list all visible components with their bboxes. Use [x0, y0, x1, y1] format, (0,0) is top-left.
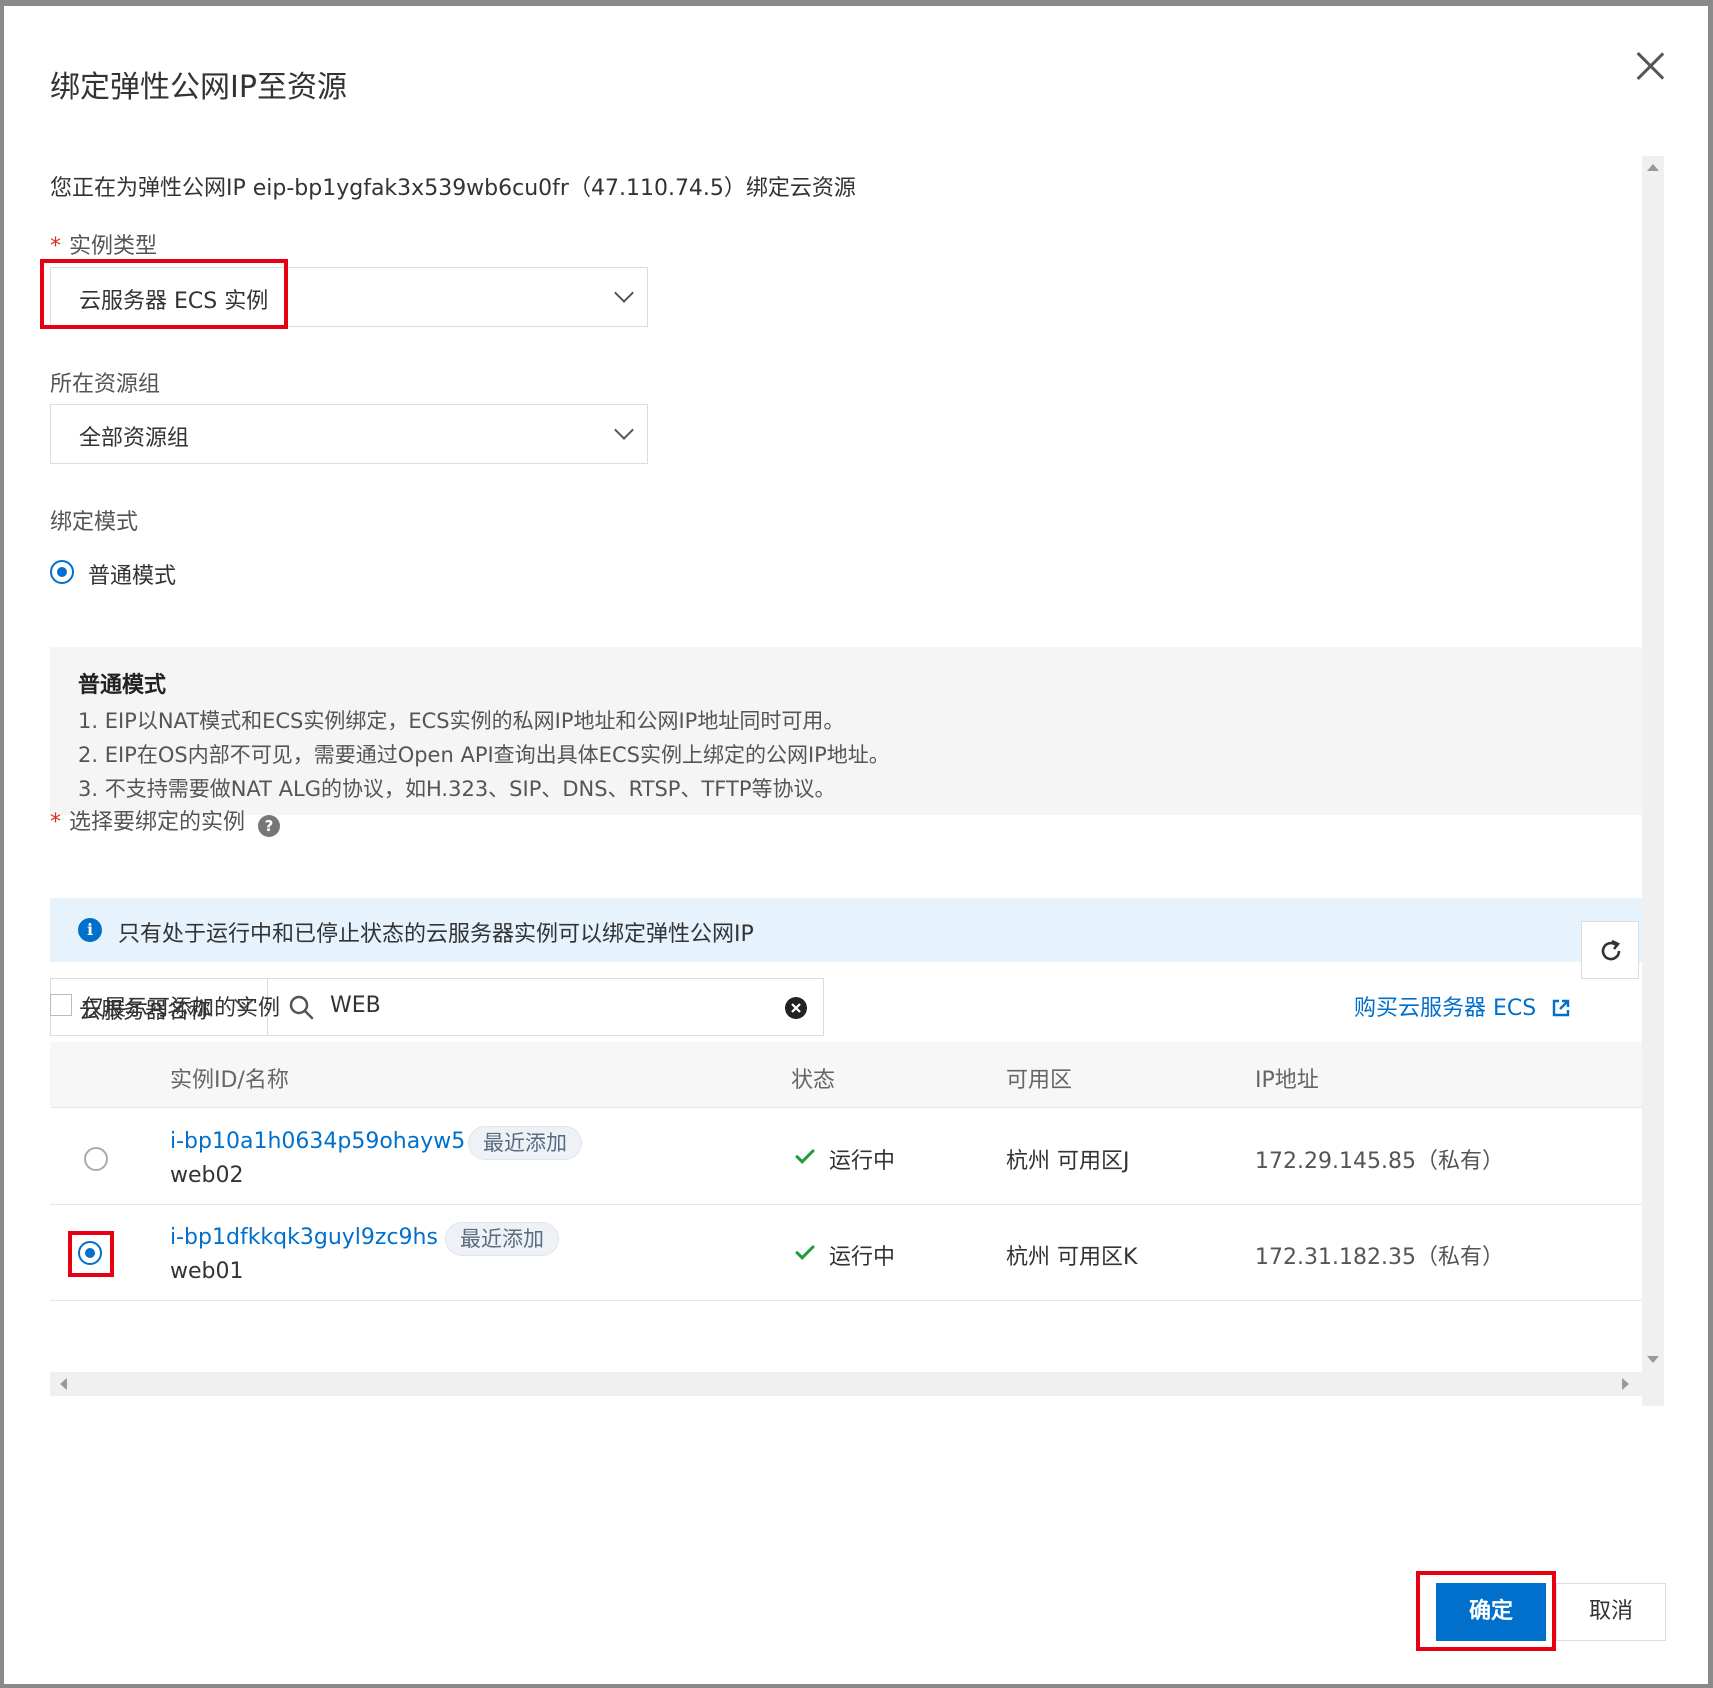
chevron-down-icon: [614, 420, 634, 440]
instance-ip: 172.29.145.85（私有）: [1255, 1149, 1504, 1174]
table-row[interactable]: i-bp10a1h0634p59ohayw5 最近添加 web02 运行中 杭州…: [50, 1109, 1664, 1205]
bind-mode-option[interactable]: 普通模式: [88, 558, 176, 590]
external-link-icon: [1553, 999, 1570, 1017]
cancel-button[interactable]: 取消: [1556, 1583, 1666, 1641]
search-value: WEB: [330, 993, 381, 1018]
recent-tag: 最近添加: [445, 1222, 559, 1256]
bind-mode-info-line: 1. EIP以NAT模式和ECS实例绑定，ECS实例的私网IP地址和公网IP地址…: [78, 709, 845, 733]
instance-zone: 杭州 可用区K: [1006, 1245, 1138, 1270]
instance-notice-text: 只有处于运行中和已停止状态的云服务器实例可以绑定弹性公网IP: [118, 922, 754, 947]
highlight-box: [1416, 1571, 1556, 1651]
refresh-button[interactable]: [1581, 921, 1639, 979]
bind-mode-info-title: 普通模式: [78, 673, 167, 698]
horizontal-scrollbar[interactable]: [50, 1372, 1664, 1396]
dialog-title: 绑定弹性公网IP至资源: [50, 70, 347, 105]
instance-name: web01: [170, 1259, 244, 1284]
only-addable-checkbox[interactable]: [50, 994, 72, 1016]
search-input[interactable]: WEB: [267, 978, 824, 1036]
required-mark: *: [50, 810, 61, 835]
instance-id-link[interactable]: i-bp1dfkkqk3guyl9zc9hs: [170, 1225, 438, 1250]
vertical-scrollbar[interactable]: [1642, 156, 1664, 1406]
resource-group-select[interactable]: 全部资源组: [50, 404, 648, 464]
clear-icon[interactable]: [784, 996, 808, 1020]
bind-mode-info-line: 3. 不支持需要做NAT ALG的协议，如H.323、SIP、DNS、RTSP、…: [78, 777, 836, 801]
instance-id-link[interactable]: i-bp10a1h0634p59ohayw5: [170, 1129, 465, 1154]
instance-zone: 杭州 可用区J: [1006, 1149, 1130, 1174]
recent-tag: 最近添加: [468, 1126, 582, 1160]
instance-status: 运行中: [829, 1245, 896, 1270]
scroll-right-icon[interactable]: [1622, 1378, 1629, 1390]
dialog-body: 您正在为弹性公网IP eip-bp1ygfak3x539wb6cu0fr（47.…: [4, 156, 1664, 1526]
chevron-down-icon: [614, 283, 634, 303]
row-radio[interactable]: [84, 1147, 108, 1171]
table-row[interactable]: i-bp1dfkkqk3guyl9zc9hs 最近添加 web01 运行中 杭州…: [50, 1205, 1664, 1301]
bind-mode-info-line: 2. EIP在OS内部不可见，需要通过Open API查询出具体ECS实例上绑定…: [78, 743, 890, 767]
bind-mode-label: 绑定模式: [50, 510, 139, 535]
bind-mode-info: 普通模式 1. EIP以NAT模式和ECS实例绑定，ECS实例的私网IP地址和公…: [50, 647, 1664, 815]
instance-name: web02: [170, 1163, 244, 1188]
help-icon[interactable]: ?: [258, 815, 281, 837]
col-instance: 实例ID/名称: [170, 1068, 289, 1093]
search-icon: [289, 995, 314, 1020]
instance-ip: 172.31.182.35（私有）: [1255, 1245, 1504, 1270]
col-status: 状态: [791, 1068, 836, 1093]
close-icon[interactable]: [1630, 46, 1670, 86]
buy-ecs-link-text: 购买云服务器 ECS: [1354, 996, 1537, 1021]
table-header: 实例ID/名称 状态 可用区 IP地址: [50, 1042, 1664, 1108]
resource-group-value: 全部资源组: [79, 426, 190, 451]
instance-notice: i 只有处于运行中和已停止状态的云服务器实例可以绑定弹性公网IP: [50, 898, 1664, 962]
highlight-box: [40, 259, 288, 329]
scroll-left-icon[interactable]: [60, 1378, 67, 1390]
scroll-up-icon[interactable]: [1647, 164, 1659, 171]
buy-ecs-link[interactable]: 购买云服务器 ECS: [1354, 990, 1571, 1022]
col-zone: 可用区: [1006, 1068, 1073, 1093]
info-icon: i: [78, 918, 102, 942]
refresh-icon: [1601, 939, 1621, 961]
instance-select-label: * 选择要绑定的实例 ?: [50, 804, 281, 837]
check-icon: [795, 1240, 815, 1260]
scroll-down-icon[interactable]: [1647, 1356, 1659, 1363]
only-addable-label[interactable]: 仅展示可添加的实例: [82, 990, 280, 1022]
highlight-box: [68, 1231, 114, 1277]
dialog-description: 您正在为弹性公网IP eip-bp1ygfak3x539wb6cu0fr（47.…: [50, 176, 856, 201]
instance-select-label-text: 选择要绑定的实例: [69, 810, 246, 835]
required-mark: *: [50, 234, 61, 259]
instance-type-label-text: 实例类型: [69, 234, 158, 259]
instance-type-label: * 实例类型: [50, 228, 157, 260]
instance-status: 运行中: [829, 1149, 896, 1174]
bind-eip-dialog: 绑定弹性公网IP至资源 您正在为弹性公网IP eip-bp1ygfak3x539…: [4, 6, 1708, 1684]
bind-mode-radio[interactable]: [50, 560, 74, 584]
resource-group-label: 所在资源组: [50, 372, 161, 397]
col-ip: IP地址: [1255, 1068, 1319, 1093]
check-icon: [795, 1144, 815, 1164]
